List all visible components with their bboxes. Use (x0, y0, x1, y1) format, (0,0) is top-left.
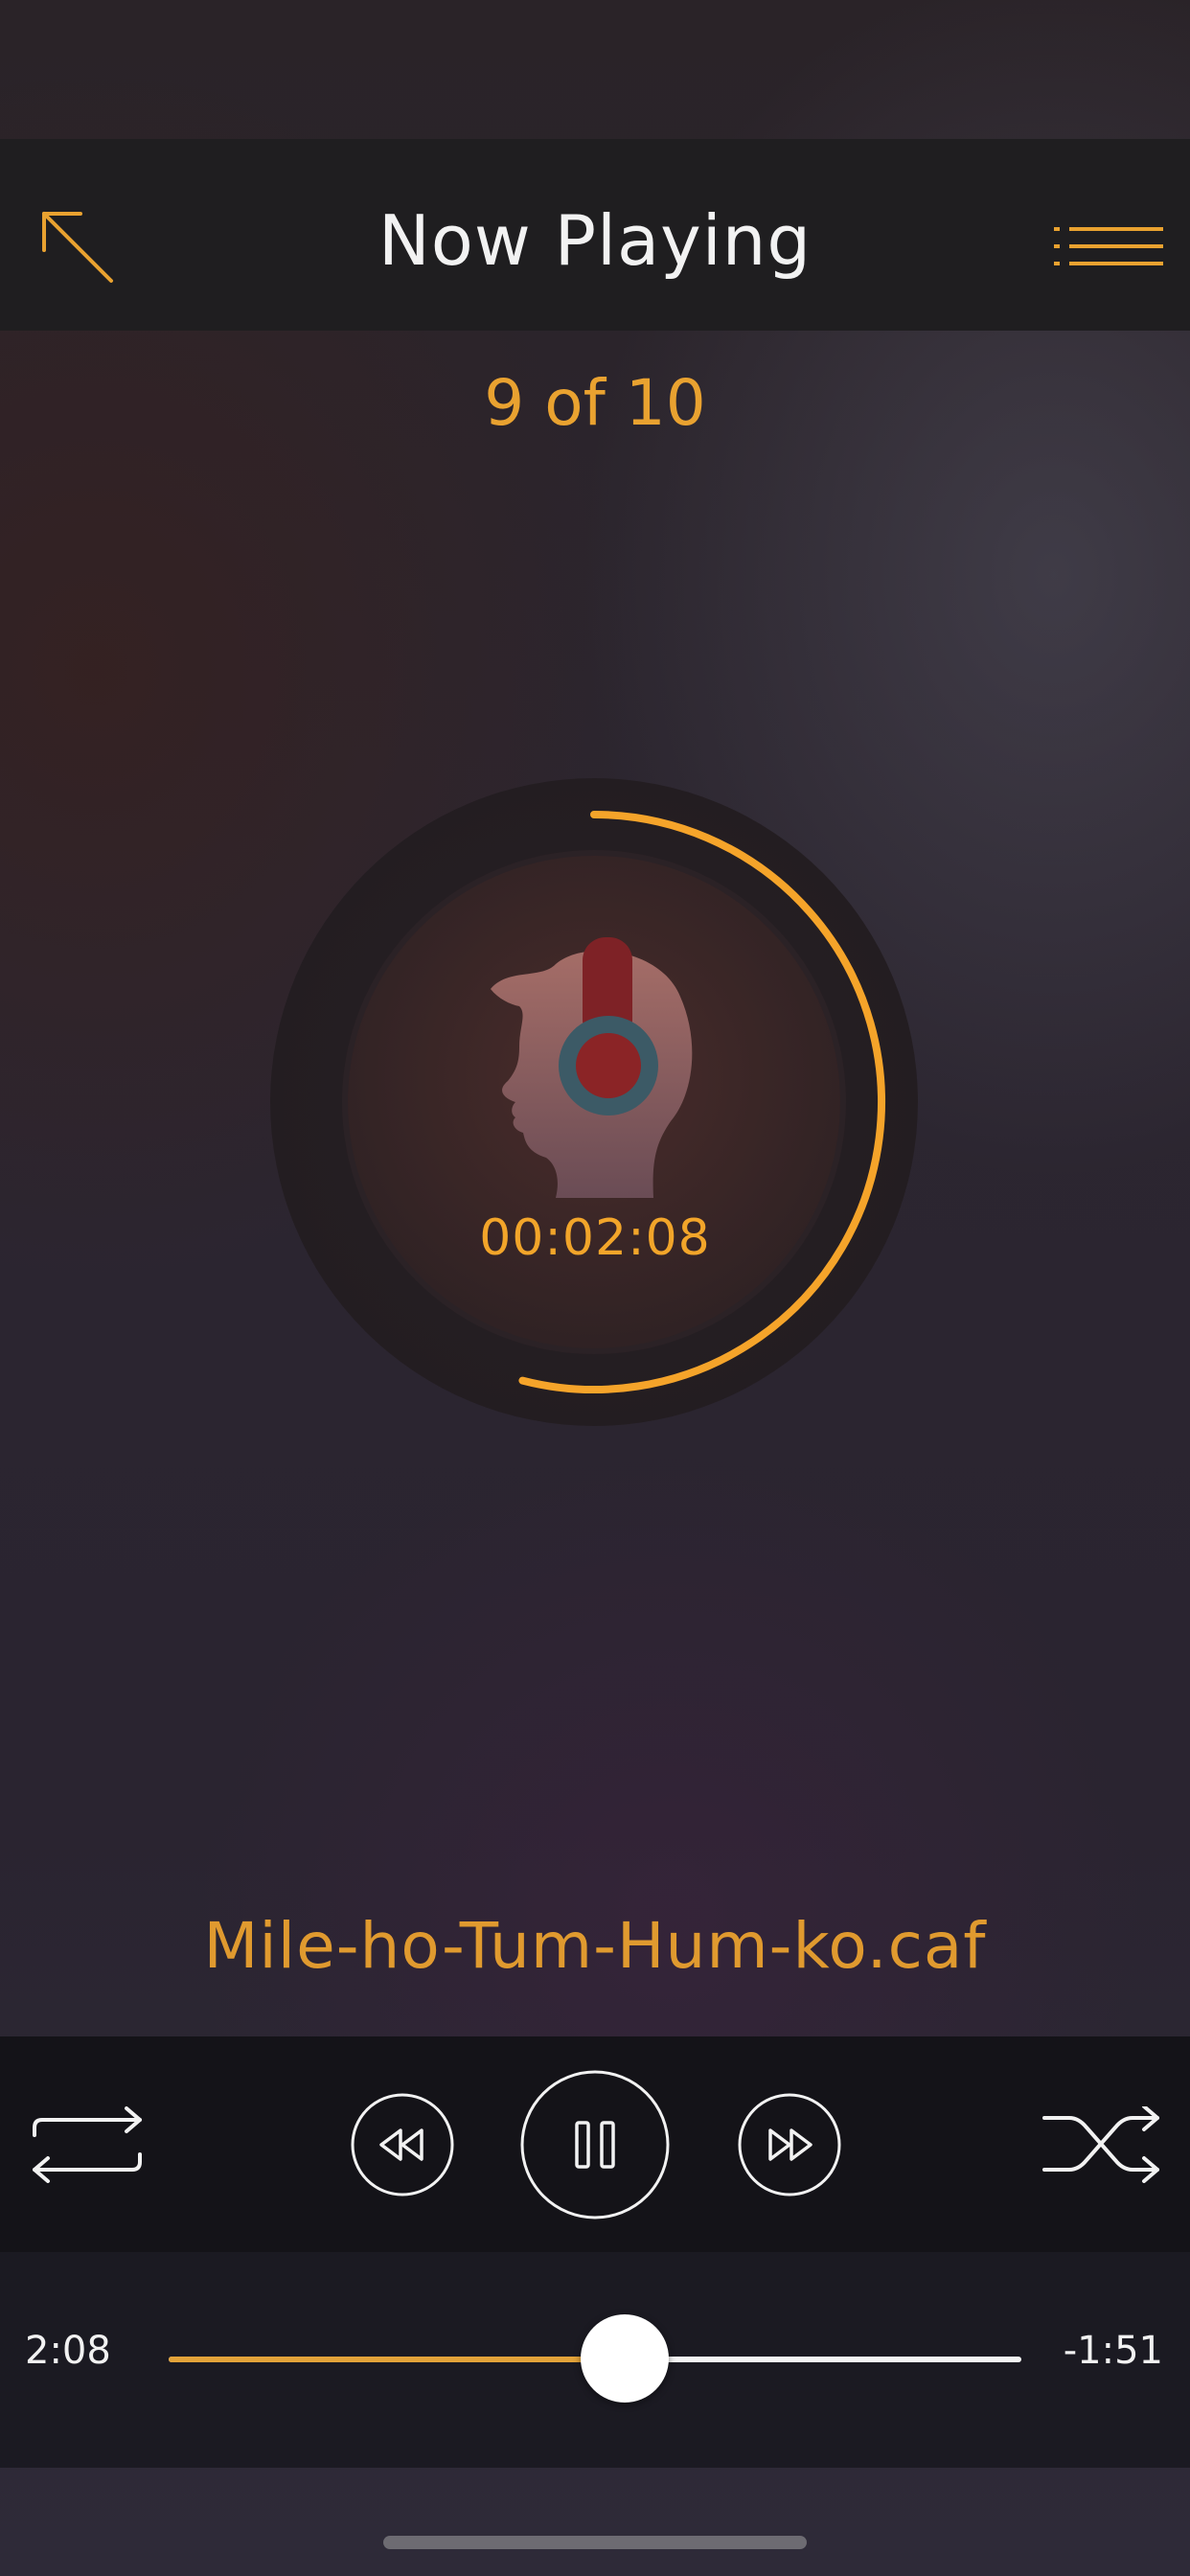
repeat-icon (33, 2106, 142, 2183)
list-icon (1054, 227, 1163, 265)
elapsed-time-display: 00:02:08 (479, 1209, 711, 1267)
fast-forward-icon (738, 2093, 841, 2196)
repeat-button[interactable] (29, 2106, 146, 2183)
playback-controls (0, 2036, 1190, 2252)
rewind-button[interactable] (350, 2092, 455, 2197)
remaining-time: -1:51 (1063, 2329, 1163, 2373)
playback-dial (268, 776, 920, 1428)
pause-button[interactable] (519, 2069, 671, 2220)
rewind-icon (351, 2093, 454, 2196)
track-position: 9 of 10 (484, 366, 706, 440)
progress-fill (169, 2357, 626, 2362)
shuffle-icon (1042, 2104, 1159, 2183)
home-indicator (383, 2536, 807, 2549)
elapsed-time: 2:08 (25, 2329, 111, 2373)
page-title: Now Playing (378, 200, 812, 281)
queue-button[interactable] (1052, 225, 1165, 269)
shuffle-button[interactable] (1041, 2104, 1163, 2183)
pause-icon (520, 2070, 670, 2220)
track-title: Mile-ho-Tum-Hum-ko.caf (203, 1909, 987, 1983)
progress-bar-area: 2:08 -1:51 (0, 2252, 1190, 2468)
progress-thumb[interactable] (581, 2314, 670, 2403)
progress-slider[interactable] (169, 2314, 1021, 2403)
fast-forward-button[interactable] (737, 2092, 842, 2197)
top-bar: Now Playing (0, 139, 1190, 331)
